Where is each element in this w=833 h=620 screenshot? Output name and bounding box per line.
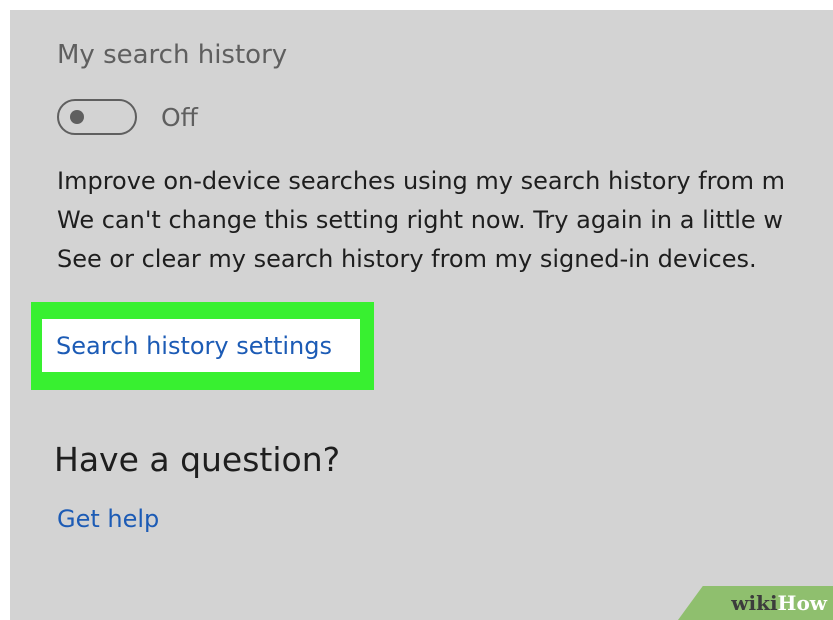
have-a-question-heading: Have a question? (54, 440, 341, 479)
description-line: We can't change this setting right now. … (57, 206, 783, 234)
get-help-link[interactable]: Get help (57, 505, 159, 533)
search-history-description: Improve on-device searches using my sear… (57, 162, 833, 279)
watermark-how: How (777, 591, 827, 615)
highlight-inner: Search history settings (42, 319, 360, 372)
toggle-knob (70, 110, 84, 124)
watermark-wiki: wiki (731, 591, 778, 615)
search-history-title: My search history (57, 40, 288, 70)
search-history-settings-link[interactable]: Search history settings (56, 332, 332, 360)
search-history-toggle-row: Off (57, 98, 198, 136)
search-history-toggle[interactable] (57, 99, 137, 135)
settings-panel: My search history Off Improve on-device … (10, 10, 833, 620)
toggle-state-label: Off (161, 102, 198, 132)
wikihow-watermark: wiki How (678, 586, 833, 620)
highlight-box: Search history settings (31, 302, 374, 390)
description-line: Improve on-device searches using my sear… (57, 167, 786, 195)
description-line: See or clear my search history from my s… (57, 245, 757, 273)
